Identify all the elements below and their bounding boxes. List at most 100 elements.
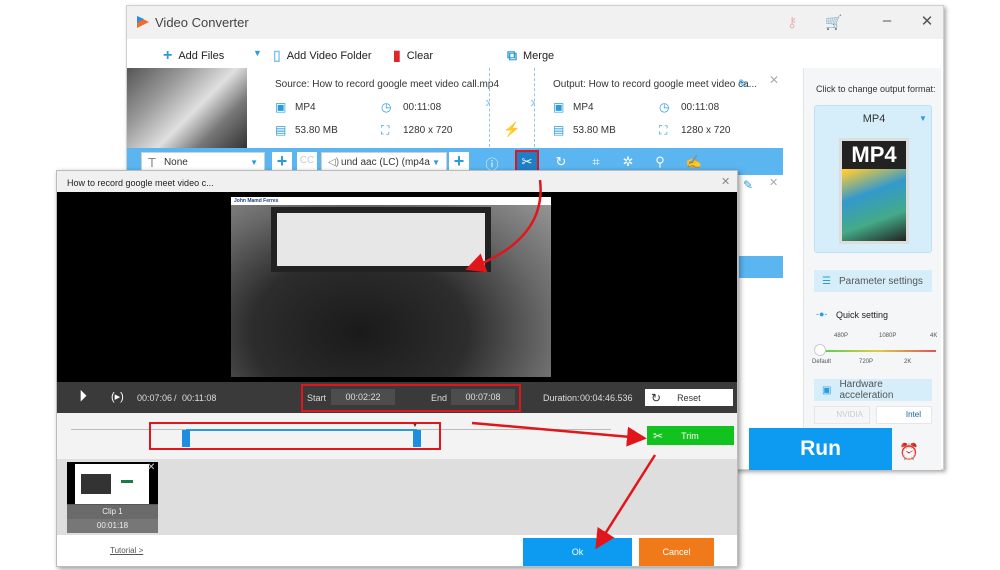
quick-setting-label: Quick setting (836, 310, 889, 320)
end-time-input[interactable]: 00:07:08 (451, 389, 515, 405)
resolution-icon: ⛶ (659, 123, 668, 137)
nvidia-option[interactable]: NVIDIA (814, 406, 870, 424)
mp4-image-label: MP4 (842, 141, 906, 169)
crop-icon[interactable]: ⌗ (587, 154, 605, 170)
add-files-label: Add Files (178, 50, 225, 62)
duration-value: 00:04:46.536 (580, 393, 633, 403)
source-resolution: 1280 x 720 (403, 125, 453, 136)
source-duration: 00:11:08 (403, 102, 442, 113)
edit-pencil-icon[interactable]: ✎ (743, 178, 753, 192)
quality-720p[interactable]: 720P (859, 359, 873, 365)
quick-setting-icon: -●- (816, 309, 828, 319)
watermark-icon[interactable]: ⚲ (651, 154, 669, 170)
end-handle[interactable] (412, 430, 421, 447)
output-duration: 00:11:08 (681, 102, 720, 113)
audio-track-select[interactable]: ◁) und aac (LC) (mp4a ▼ (321, 152, 447, 172)
text-icon: T (148, 154, 156, 170)
play-icon[interactable]: ⏵ (79, 388, 87, 406)
minimize-button[interactable]: – (877, 12, 897, 29)
start-handle[interactable] (181, 430, 190, 447)
parameter-settings-button[interactable]: ☰ Parameter settings (814, 270, 932, 292)
quality-2k[interactable]: 2K (904, 359, 911, 365)
app-logo-icon (137, 16, 149, 28)
start-time-input[interactable]: 00:02:22 (331, 389, 395, 405)
remove-file-icon[interactable]: ✕ (769, 176, 778, 189)
format-icon: ▣ (553, 100, 565, 114)
trim-label: Trim (681, 430, 699, 441)
alarm-clock-icon[interactable]: ⏰ (899, 442, 919, 462)
time-separator: / (174, 393, 177, 403)
quality-default[interactable]: Default (812, 359, 831, 365)
cancel-button[interactable]: Cancel (639, 538, 714, 566)
total-time: 00:11:08 (182, 393, 217, 403)
chevron-right-icon: › (530, 94, 536, 111)
subtitle-value: None (163, 156, 188, 168)
edit-bar-2 (739, 256, 783, 278)
title-bar: Video Converter ⚷ 🛒 – ✕ (127, 6, 943, 39)
sliders-icon: ☰ (822, 275, 831, 287)
reset-button[interactable]: ↻ Reset (645, 389, 733, 406)
quality-480p[interactable]: 480P (834, 333, 848, 339)
add-files-dropdown-icon[interactable]: ▼ (253, 48, 262, 58)
clip-remove-icon[interactable]: ✕ (147, 462, 155, 473)
quality-4k[interactable]: 4K (930, 333, 937, 339)
close-button[interactable]: ✕ (917, 12, 937, 30)
file-size-icon: ▤ (553, 123, 565, 137)
add-subtitle-button[interactable]: + (272, 152, 292, 172)
edit-pencil-icon[interactable]: ✎ (738, 77, 748, 91)
clip-item[interactable]: ✕ Clip 1 00:01:18 (67, 462, 158, 533)
quality-slider-thumb[interactable] (814, 344, 826, 356)
subtitle-select[interactable]: T None ▼ (141, 152, 265, 172)
file-size-icon: ▤ (275, 123, 287, 137)
output-format-selector[interactable]: MP4 ▼ MP4 (814, 105, 932, 253)
mp4-format-image: MP4 (839, 138, 909, 244)
audio-track-value: und aac (LC) (mp4a (341, 156, 430, 168)
playhead-icon[interactable]: ▼ (412, 423, 418, 429)
chevron-down-icon: ▼ (919, 114, 927, 123)
speaker-icon: ◁) (328, 156, 340, 168)
quality-1080p[interactable]: 1080P (879, 333, 896, 339)
key-icon[interactable]: ⚷ (787, 14, 797, 31)
app-title: Video Converter (155, 15, 249, 30)
selection-highlight (149, 422, 441, 450)
rotate-icon[interactable]: ↻ (552, 154, 570, 170)
subtitle-edit-icon[interactable]: ✍ (685, 154, 703, 170)
add-audio-button[interactable]: + (449, 152, 469, 172)
merge-button[interactable]: ⧉ Merge (507, 47, 554, 64)
lightning-icon[interactable]: ⚡ (503, 121, 520, 138)
trim-button[interactable]: ✂ Trim (647, 426, 734, 445)
output-size: 53.80 MB (573, 125, 616, 136)
end-label: End (431, 393, 448, 403)
hardware-acceleration-button[interactable]: ▣ Hardware acceleration (814, 379, 932, 401)
output-sidebar: Click to change output format: MP4 ▼ MP4… (803, 68, 941, 470)
playback-controls: ⏵ (▸) 00:07:06 / 00:11:08 Start 00:02:22… (57, 382, 737, 413)
video-preview[interactable]: John Mamd Ferres (57, 192, 737, 382)
video-content (271, 207, 491, 272)
intel-label: Intel (905, 410, 921, 419)
remove-file-icon[interactable]: ✕ (769, 73, 779, 87)
merge-label: Merge (523, 49, 555, 62)
clear-button[interactable]: ▮ Clear (393, 47, 433, 64)
cart-icon[interactable]: 🛒 (825, 14, 842, 31)
video-thumbnail[interactable] (127, 68, 247, 148)
cc-icon[interactable]: CC (297, 152, 317, 172)
add-files-button[interactable]: + Add Files (163, 47, 224, 65)
run-button[interactable]: Run (749, 428, 892, 470)
play-segment-icon[interactable]: (▸) (111, 390, 124, 403)
source-size: 53.80 MB (295, 125, 338, 136)
ok-button[interactable]: Ok (523, 538, 632, 566)
clear-label: Clear (406, 49, 434, 62)
intel-option[interactable]: Intel (876, 406, 932, 424)
output-format-label: MP4 (862, 113, 886, 125)
duration-label: Duration: (543, 393, 580, 403)
clip-duration: 00:01:18 (67, 519, 158, 533)
dialog-close-icon[interactable]: ✕ (721, 175, 730, 188)
video-frame: John Mamd Ferres (231, 197, 551, 377)
add-video-folder-button[interactable]: ▯ Add Video Folder (273, 47, 372, 64)
quality-slider-track[interactable] (820, 350, 936, 352)
format-icon: ▣ (275, 100, 287, 114)
tutorial-link[interactable]: Tutorial > (110, 546, 143, 555)
chevron-down-icon: ▼ (432, 157, 440, 167)
effects-icon[interactable]: ✲ (619, 154, 637, 170)
clock-icon: ◷ (381, 100, 392, 114)
